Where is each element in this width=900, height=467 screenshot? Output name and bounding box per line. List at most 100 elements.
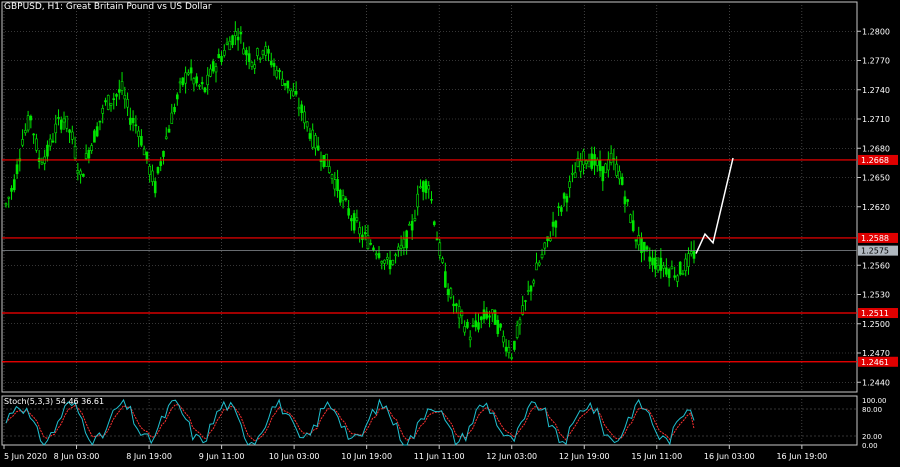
candle-body — [347, 208, 350, 216]
level-label: 1.2588 — [861, 234, 889, 243]
candle-body — [457, 306, 461, 319]
candle-body — [269, 60, 273, 66]
candle-body — [32, 133, 35, 136]
candle-body — [206, 74, 210, 86]
candle-body — [173, 107, 176, 113]
candle-body — [432, 221, 436, 226]
x-tick-label: 12 Jun 03:00 — [486, 452, 537, 461]
candle-body — [333, 179, 337, 190]
candle-body — [21, 139, 24, 146]
candle-body — [383, 259, 386, 264]
price-chart[interactable]: 1.2800 1.2770 1.2740 1.2710 1.2680 1.2650 1.26… — [0, 0, 900, 467]
candle-body — [115, 94, 118, 97]
candle-body — [413, 217, 417, 221]
candle-body — [598, 160, 602, 171]
candle-body — [648, 256, 652, 262]
candle-body — [73, 146, 77, 159]
candle-body — [195, 76, 198, 84]
candle-body — [397, 246, 400, 251]
candle-body — [54, 123, 58, 134]
candle-body — [167, 128, 171, 133]
candle-body — [419, 186, 422, 189]
candle-body — [303, 111, 306, 124]
candle-body — [10, 187, 13, 192]
candle-body — [300, 104, 303, 114]
y-tick-label: 1.2740 — [862, 86, 890, 95]
candle-body — [477, 322, 480, 330]
candle-body — [471, 325, 475, 327]
candle-body — [410, 220, 414, 231]
candle-body — [322, 154, 326, 167]
candle-body — [402, 238, 406, 248]
candle-body — [405, 230, 408, 249]
candle-body — [455, 303, 458, 307]
stochastic-pane-frame — [1, 395, 858, 446]
y-tick-label: 1.2770 — [862, 57, 890, 66]
chart-title: GBPUSD, H1: Great Britain Pound vs US Do… — [4, 2, 212, 12]
candle-body — [236, 36, 240, 41]
candle-body — [82, 173, 85, 177]
candle-body — [587, 160, 591, 168]
y-tick-label: 1.2800 — [862, 27, 890, 36]
candle-body — [145, 151, 149, 160]
candle-body — [386, 256, 389, 260]
x-tick-label: 10 Jun 03:00 — [269, 452, 320, 461]
candle-body — [670, 266, 674, 270]
candle-body — [673, 275, 676, 278]
candle-body — [26, 115, 30, 131]
candle-body — [137, 130, 140, 137]
candle-body — [623, 196, 627, 205]
candle-body — [51, 140, 55, 143]
candle-body — [65, 115, 69, 129]
candle-body — [46, 144, 49, 157]
candle-body — [355, 217, 359, 221]
x-tick-label: 5 Jun 2020 — [4, 452, 47, 461]
candle-body — [689, 251, 693, 255]
candle-body — [684, 258, 688, 272]
candle-body — [372, 247, 375, 251]
candle-body — [626, 199, 629, 202]
level-label: 1.2668 — [861, 156, 889, 165]
candle-body — [129, 117, 132, 125]
candle-body — [631, 220, 635, 232]
candle-body — [504, 346, 508, 352]
candle-body — [112, 98, 116, 101]
candle-body — [604, 163, 607, 174]
candle-body — [181, 77, 185, 86]
candle-body — [258, 58, 262, 60]
candle-body — [294, 91, 298, 95]
x-tick-label: 16 Jun 19:00 — [776, 452, 827, 461]
candle-body — [308, 133, 312, 139]
candle-body — [311, 129, 314, 148]
candle-body — [665, 267, 668, 275]
candle-body — [424, 180, 428, 194]
candle-body — [234, 31, 237, 36]
candle-body — [352, 213, 356, 231]
candle-body — [687, 253, 690, 267]
candle-body — [681, 272, 685, 275]
candle-body — [24, 130, 27, 134]
candle-body — [275, 70, 279, 78]
candle-body — [551, 221, 555, 227]
candle-body — [339, 189, 342, 203]
candle-body — [557, 206, 560, 209]
candle-body — [222, 50, 226, 56]
candle-body — [134, 124, 138, 127]
candle-body — [678, 261, 682, 275]
candle-body — [645, 246, 649, 250]
candle-body — [482, 309, 486, 320]
candle-body — [369, 243, 373, 245]
candle-body — [380, 261, 384, 264]
candle-body — [502, 335, 505, 343]
candle-body — [618, 170, 621, 180]
candle-body — [156, 167, 160, 174]
candle-body — [535, 262, 538, 271]
candle-body — [474, 320, 478, 328]
x-tick-label: 8 Jun 03:00 — [54, 452, 100, 461]
candle-body — [515, 325, 519, 338]
candle-body — [106, 95, 110, 110]
candle-body — [582, 150, 585, 166]
stoch-scale-label: 20.00 — [862, 433, 882, 441]
candle-body — [209, 68, 212, 77]
candle-body — [554, 220, 558, 228]
